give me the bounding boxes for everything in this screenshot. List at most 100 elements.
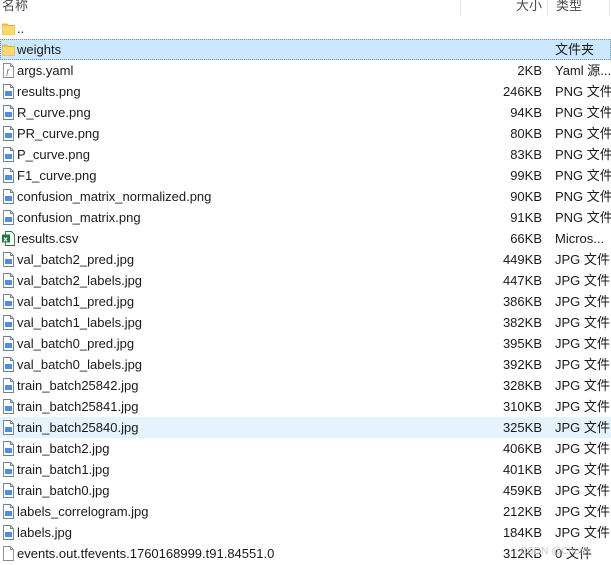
file-type: JPG 文件 — [555, 462, 610, 477]
yaml-file-icon: f — [2, 63, 15, 78]
image-file-icon — [2, 420, 15, 435]
file-name: results.csv — [17, 231, 79, 246]
image-file-icon — [2, 483, 15, 498]
file-type: JPG 文件 — [555, 504, 610, 519]
file-type: JPG 文件 — [555, 252, 610, 267]
file-type: PNG 文件 — [555, 147, 611, 162]
image-file-icon — [2, 504, 15, 519]
file-name: F1_curve.png — [17, 168, 97, 183]
file-size: 395KB — [502, 336, 542, 351]
image-file-icon — [2, 399, 15, 414]
file-size: 99KB — [510, 168, 542, 183]
file-row[interactable]: val_batch0_pred.jpg 395KB JPG 文件 — [0, 333, 611, 354]
image-file-icon — [2, 84, 15, 99]
file-size: 459KB — [502, 483, 542, 498]
image-file-icon — [2, 357, 15, 372]
image-file-icon — [2, 210, 15, 225]
file-name: train_batch2.jpg — [17, 441, 110, 456]
image-file-icon — [2, 294, 15, 309]
file-type: JPG 文件 — [555, 525, 610, 540]
file-row[interactable]: x results.csv 66KB Micros... — [0, 228, 611, 249]
file-type: 0 文件 — [555, 546, 592, 561]
file-name: val_batch1_pred.jpg — [17, 294, 135, 309]
file-name: P_curve.png — [17, 147, 90, 162]
file-type: JPG 文件 — [555, 273, 610, 288]
file-name: labels_correlogram.jpg — [17, 504, 149, 519]
file-row[interactable]: val_batch1_pred.jpg 386KB JPG 文件 — [0, 291, 611, 312]
column-header-type[interactable]: 类型 — [556, 0, 582, 14]
file-type: PNG 文件 — [555, 189, 611, 204]
file-row[interactable]: train_batch1.jpg 401KB JPG 文件 — [0, 459, 611, 480]
file-row[interactable]: train_batch25840.jpg 325KB JPG 文件 — [0, 417, 611, 438]
folder-icon — [2, 42, 15, 57]
file-name: val_batch0_labels.jpg — [17, 357, 143, 372]
file-size: 328KB — [502, 378, 542, 393]
file-row[interactable]: f args.yaml 2KB Yaml 源... — [0, 60, 611, 81]
file-name: val_batch2_labels.jpg — [17, 273, 143, 288]
file-row[interactable]: confusion_matrix.png 91KB PNG 文件 — [0, 207, 611, 228]
image-file-icon — [2, 126, 15, 141]
image-file-icon — [2, 147, 15, 162]
file-name: train_batch25842.jpg — [17, 378, 139, 393]
file-name: events.out.tfevents.1760168999.t91.84551… — [17, 546, 275, 561]
file-row[interactable]: train_batch25842.jpg 328KB JPG 文件 — [0, 375, 611, 396]
column-divider[interactable] — [609, 0, 610, 16]
file-size: 382KB — [502, 315, 542, 330]
file-row[interactable]: labels_correlogram.jpg 212KB JPG 文件 — [0, 501, 611, 522]
file-type: 文件夹 — [555, 42, 595, 57]
file-row[interactable]: PR_curve.png 80KB PNG 文件 — [0, 123, 611, 144]
file-size: 392KB — [502, 357, 542, 372]
file-row[interactable]: val_batch0_labels.jpg 392KB JPG 文件 — [0, 354, 611, 375]
folder-icon — [2, 21, 15, 36]
file-name: train_batch25840.jpg — [17, 420, 139, 435]
file-type: PNG 文件 — [555, 105, 611, 120]
file-row[interactable]: confusion_matrix_normalized.png 90KB PNG 文… — [0, 186, 611, 207]
image-file-icon — [2, 441, 15, 456]
image-file-icon — [2, 315, 15, 330]
image-file-icon — [2, 252, 15, 267]
file-size: 2KB — [517, 63, 542, 78]
file-size: 91KB — [510, 210, 542, 225]
file-type: Micros... — [555, 231, 605, 246]
file-row[interactable]: labels.jpg 184KB JPG 文件 — [0, 522, 611, 543]
file-row[interactable]: P_curve.png 83KB PNG 文件 — [0, 144, 611, 165]
file-row[interactable]: val_batch2_labels.jpg 447KB JPG 文件 — [0, 270, 611, 291]
column-divider[interactable] — [460, 0, 461, 16]
column-header-name[interactable]: 名称 — [2, 0, 28, 14]
image-file-icon — [2, 105, 15, 120]
file-type: JPG 文件 — [555, 315, 610, 330]
blank-file-icon — [2, 546, 15, 561]
column-divider[interactable] — [547, 0, 548, 16]
file-row[interactable]: val_batch1_labels.jpg 382KB JPG 文件 — [0, 312, 611, 333]
file-row[interactable]: R_curve.png 94KB PNG 文件 — [0, 102, 611, 123]
file-row[interactable]: .. — [0, 18, 611, 39]
file-name: labels.jpg — [17, 525, 72, 540]
excel-file-icon: x — [2, 231, 15, 246]
file-row[interactable]: train_batch0.jpg 459KB JPG 文件 — [0, 480, 611, 501]
file-rows: .. weights 文件夹 f args.yaml 2KB Yaml 源... result… — [0, 18, 611, 564]
file-type: Yaml 源... — [555, 63, 611, 78]
image-file-icon — [2, 378, 15, 393]
file-row[interactable]: train_batch2.jpg 406KB JPG 文件 — [0, 438, 611, 459]
file-name: weights — [17, 42, 62, 57]
file-type: JPG 文件 — [555, 336, 610, 351]
file-size: 246KB — [502, 84, 542, 99]
file-type: JPG 文件 — [555, 483, 610, 498]
file-row[interactable]: train_batch25841.jpg 310KB JPG 文件 — [0, 396, 611, 417]
file-row[interactable]: results.png 246KB PNG 文件 — [0, 81, 611, 102]
file-row[interactable]: F1_curve.png 99KB PNG 文件 — [0, 165, 611, 186]
file-type: JPG 文件 — [555, 441, 610, 456]
file-name: val_batch2_pred.jpg — [17, 252, 135, 267]
file-size: 66KB — [510, 231, 542, 246]
image-file-icon — [2, 189, 15, 204]
file-row[interactable]: weights 文件夹 — [0, 39, 611, 60]
file-row[interactable]: val_batch2_pred.jpg 449KB JPG 文件 — [0, 249, 611, 270]
image-file-icon — [2, 336, 15, 351]
file-name: val_batch0_pred.jpg — [17, 336, 135, 351]
column-header-size[interactable]: 大小 — [490, 0, 542, 14]
file-size: 449KB — [502, 252, 542, 267]
file-size: 212KB — [502, 504, 542, 519]
file-row[interactable]: events.out.tfevents.1760168999.t91.84551… — [0, 543, 611, 564]
file-size: 94KB — [510, 105, 542, 120]
file-name: .. — [17, 21, 25, 36]
